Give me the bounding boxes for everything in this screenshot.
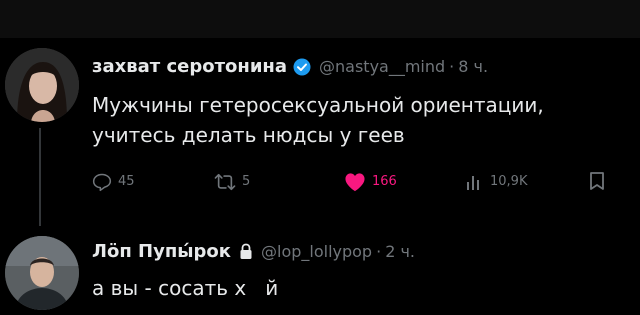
reply-button[interactable]: 45 xyxy=(92,171,135,193)
handle[interactable]: @lop_lollypop xyxy=(261,242,372,261)
bookmark-icon xyxy=(590,172,604,190)
top-bar xyxy=(0,0,640,38)
heart-icon xyxy=(345,173,365,192)
repost-count: 5 xyxy=(242,174,251,189)
dot-separator: · xyxy=(449,57,455,76)
avatar-photo xyxy=(5,236,79,310)
repost-icon xyxy=(214,173,236,191)
views-button[interactable]: 10,9K xyxy=(466,171,527,193)
views-icon xyxy=(467,176,479,190)
like-count: 166 xyxy=(372,174,397,189)
post-header: захват серотонина @nastya__mind · 8 ч. xyxy=(92,56,488,77)
dot-separator: · xyxy=(376,242,382,261)
action-bar: 45 5 166 10,9K xyxy=(92,171,612,193)
timestamp[interactable]: 8 ч. xyxy=(458,57,488,76)
post-text-line: Мужчины гетеросексуальной ориентации, xyxy=(92,93,544,117)
repost-button[interactable]: 5 xyxy=(214,171,250,193)
post-text-line: а вы - сосать х й xyxy=(92,276,279,300)
bookmark-button[interactable] xyxy=(588,171,612,191)
lock-icon xyxy=(239,243,253,260)
post-body: а вы - сосать х й xyxy=(92,273,278,303)
display-name[interactable]: Лöп Пупы́рок xyxy=(92,241,231,262)
avatar[interactable] xyxy=(5,236,79,310)
handle[interactable]: @nastya__mind xyxy=(319,57,445,76)
post-body: Мужчины гетеросексуальной ориентации, уч… xyxy=(92,90,544,150)
timestamp[interactable]: 2 ч. xyxy=(385,242,415,261)
display-name[interactable]: захват серотонина xyxy=(92,56,287,77)
reply-icon xyxy=(92,173,112,192)
post-text-line: учитесь делать нюдсы у геев xyxy=(92,123,405,147)
avatar[interactable] xyxy=(5,48,79,122)
verified-badge-icon xyxy=(293,58,311,76)
reply-count: 45 xyxy=(118,174,135,189)
views-count: 10,9K xyxy=(490,174,528,189)
avatar-photo xyxy=(5,48,79,122)
post-header: Лöп Пупы́рок @lop_lollypop · 2 ч. xyxy=(92,241,415,262)
thread-line xyxy=(39,128,41,226)
like-button[interactable]: 166 xyxy=(344,171,397,193)
